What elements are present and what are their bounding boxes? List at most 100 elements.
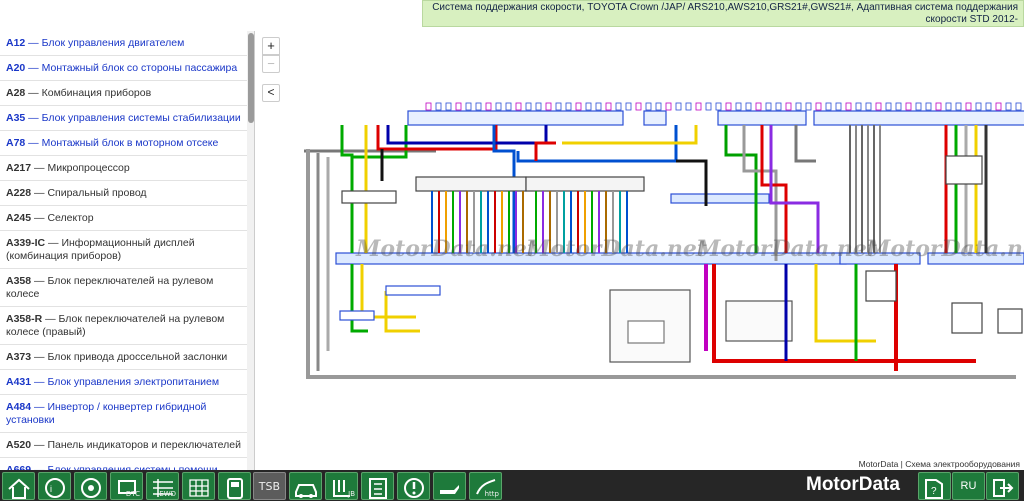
component-item[interactable]: A35 — Блок управления системы стабилизац… (0, 106, 254, 131)
watermark-text: MotorData.net (355, 236, 537, 262)
pin-tag (465, 102, 472, 111)
sidebar-scrollbar[interactable] (247, 31, 254, 470)
component-separator: — (31, 212, 48, 224)
component-item[interactable]: A669 — Блок управления системы помощи во… (0, 458, 254, 470)
component-item[interactable]: A484 — Инвертор / конвертер гибридной ус… (0, 395, 254, 433)
pin-tag (565, 102, 572, 111)
pin-tag (485, 102, 492, 111)
pin-tag (545, 102, 552, 111)
multimeter-button[interactable] (218, 472, 251, 500)
component-item[interactable]: A358-R — Блок переключателей на рулевом … (0, 307, 254, 345)
tsb-button[interactable]: TSB (253, 472, 286, 500)
component-name: Монтажный блок со стороны пассажира (41, 62, 238, 74)
pin-tag (835, 102, 842, 111)
http-button[interactable]: http (469, 472, 502, 500)
pin-tag (915, 102, 922, 111)
pin-tag (875, 102, 882, 111)
sidebar-scroll-thumb[interactable] (248, 33, 254, 123)
bottom-toolbar: MotorData i DTC EWD TSB JB http? RU (0, 470, 1024, 501)
connector-block (407, 110, 624, 126)
module-box (997, 308, 1023, 334)
component-item[interactable]: A28 — Комбинация приборов (0, 81, 254, 106)
pin-tag (425, 102, 432, 111)
pin-tag (895, 102, 902, 111)
component-code: A78 (6, 137, 26, 149)
relay-module (725, 300, 793, 342)
component-item[interactable]: A217 — Микропроцессор (0, 156, 254, 181)
component-separator: — (25, 37, 42, 49)
component-item[interactable]: A373 — Блок привода дроссельной заслонки (0, 345, 254, 370)
pin-tag (885, 102, 892, 111)
component-item[interactable]: A78 — Монтажный блок в моторном отсеке (0, 131, 254, 156)
relay-button[interactable] (361, 472, 394, 500)
component-item[interactable]: A245 — Селектор (0, 206, 254, 231)
pin-tag (1005, 102, 1012, 111)
ground-wire (794, 125, 816, 163)
home-button[interactable] (2, 472, 35, 500)
pin-tag (815, 102, 822, 111)
car-repair-icon (295, 484, 317, 498)
steering-button[interactable] (74, 472, 107, 500)
pin-tag (995, 102, 1002, 111)
component-separator: — (25, 112, 42, 124)
component-list: A12 — Блок управления двигателем A20 — Мо… (0, 31, 254, 470)
oil-can-button[interactable] (433, 472, 466, 500)
help-book-button[interactable]: ? (918, 472, 951, 500)
pin-tag (775, 102, 782, 111)
pin-tag (615, 102, 622, 111)
pin-tag (535, 102, 542, 111)
component-item[interactable]: A339-IC — Информационный дисплей (комбин… (0, 231, 254, 269)
pin-tag (955, 102, 962, 111)
component-name: Микропроцессор (47, 162, 130, 174)
zoom-in-button[interactable]: + (262, 37, 280, 55)
component-item[interactable]: A228 — Спиральный провод (0, 181, 254, 206)
wiring-diagram[interactable]: MotorData.netMotorData.netMotorData.netM… (256, 31, 1024, 470)
pin-tag (785, 102, 792, 111)
zoom-out-button[interactable]: − (262, 55, 280, 73)
wire (350, 264, 368, 333)
component-code: A20 (6, 62, 26, 74)
watermark-text: MotorData.net (525, 236, 707, 262)
pin-tag (755, 102, 762, 111)
toolbar-button-label: http (484, 490, 499, 498)
component-code: A358 (6, 275, 32, 287)
pin-tag (445, 102, 452, 111)
toolbar-button-label: EWD (159, 490, 176, 498)
component-item[interactable]: A520 — Панель индикаторов и переключател… (0, 433, 254, 458)
jb-button[interactable]: JB (325, 472, 358, 500)
wiring-grid-button[interactable] (182, 472, 215, 500)
watermark-text: MotorData.net (865, 236, 1024, 262)
component-item[interactable]: A20 — Монтажный блок со стороны пассажир… (0, 56, 254, 81)
pin-tag (825, 102, 832, 111)
language-button[interactable]: RU (952, 472, 985, 500)
pin-tag (805, 102, 812, 111)
component-item[interactable]: A431 — Блок управления электропитанием (0, 370, 254, 395)
dtc-button[interactable]: DTC (110, 472, 143, 500)
exit-button[interactable] (986, 472, 1019, 500)
component-name: Блок управления электропитанием (47, 376, 220, 388)
collapse-sidebar-button[interactable]: < (262, 84, 280, 102)
pin-tag (765, 102, 772, 111)
component-item[interactable]: A12 — Блок управления двигателем (0, 31, 254, 56)
wire (760, 125, 788, 253)
connector-block (813, 110, 1024, 126)
component-name: Комбинация приборов (41, 87, 152, 99)
pin-tag (725, 102, 732, 111)
pin-tag (975, 102, 982, 111)
wire (534, 141, 556, 161)
warning-button[interactable] (397, 472, 430, 500)
component-item[interactable]: A358 — Блок переключателей на рулевом ко… (0, 269, 254, 307)
pin-tag (595, 102, 602, 111)
pin-tag (625, 102, 632, 111)
ewd-button[interactable]: EWD (146, 472, 179, 500)
steering-icon (81, 478, 101, 498)
pin-tag (945, 102, 952, 111)
pin-tag (495, 102, 502, 111)
car-repair-button[interactable] (289, 472, 322, 500)
wiring-grid-icon (189, 479, 209, 497)
car-info-button[interactable]: i (38, 472, 71, 500)
module-box (415, 176, 527, 192)
pin-tag (1015, 102, 1022, 111)
component-separator: — (25, 137, 42, 149)
wiring-diagram-viewport[interactable]: MotorData.net MotorData.net MotorData.net M… (256, 31, 1024, 470)
